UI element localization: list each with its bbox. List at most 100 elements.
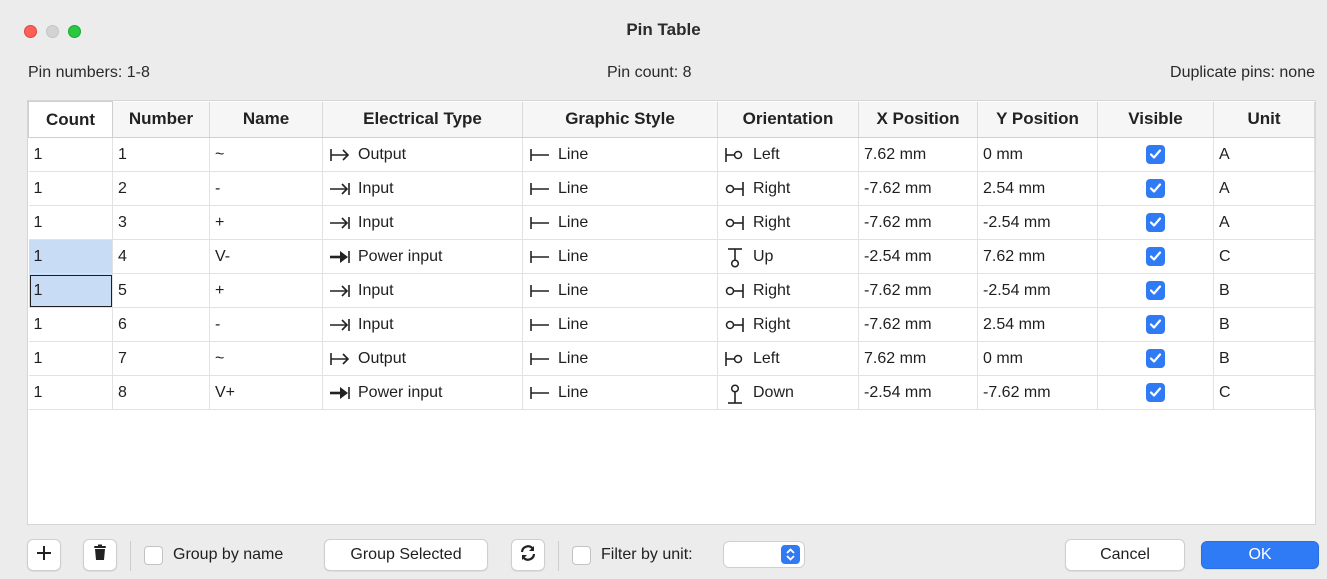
column-header-y-position[interactable]: Y Position	[977, 101, 1098, 138]
column-header-number[interactable]: Number	[112, 101, 210, 138]
cell-x-position[interactable]: -7.62 mm	[858, 307, 978, 342]
cell-name[interactable]: ~	[209, 137, 323, 172]
cell-orientation[interactable]: Right	[717, 171, 859, 206]
cell-number[interactable]: 4	[112, 239, 210, 274]
cell-orientation[interactable]: Right	[717, 307, 859, 342]
zoom-window-button[interactable]	[68, 25, 81, 38]
cell-electrical-type[interactable]: Input	[322, 171, 523, 206]
minimize-window-button[interactable]	[46, 25, 59, 38]
cell-y-position[interactable]: -7.62 mm	[977, 375, 1098, 410]
cell-orientation[interactable]: Left	[717, 341, 859, 376]
visible-checkbox[interactable]	[1146, 383, 1165, 402]
cell-y-position[interactable]: 0 mm	[977, 137, 1098, 172]
table-row[interactable]: 1 2- Input Line Right -7.62 mm 2.54 mm A	[28, 171, 1315, 206]
table-row[interactable]: 1 5 + Input Line Right -7.62 mm -2.54 mm B	[28, 273, 1315, 308]
cell-unit[interactable]: C	[1213, 375, 1315, 410]
visible-checkbox[interactable]	[1146, 349, 1165, 368]
cell-graphic-style[interactable]: Line	[522, 341, 718, 376]
filter-by-unit-checkbox[interactable]	[572, 545, 591, 565]
table-row[interactable]: 1 6- Input Line Right -7.62 mm 2.54 mm B	[28, 307, 1315, 342]
cell-x-position[interactable]: 7.62 mm	[858, 137, 978, 172]
column-header-name[interactable]: Name	[209, 101, 323, 138]
table-row[interactable]: 1 4 V- Power input Line Up -2.54 mm 7.62 mm C	[28, 239, 1315, 274]
cell-number[interactable]: 2	[112, 171, 210, 206]
cell-graphic-style[interactable]: Line	[522, 375, 718, 410]
cell-electrical-type[interactable]: Power input	[322, 375, 523, 410]
column-header-count[interactable]: Count	[28, 101, 113, 138]
cell-electrical-type[interactable]: Input	[322, 205, 523, 240]
cell-count[interactable]: 1	[28, 239, 113, 274]
cell-name[interactable]: ~	[209, 341, 323, 376]
cell-orientation[interactable]: Right	[717, 205, 859, 240]
visible-checkbox[interactable]	[1146, 179, 1165, 198]
cell-name[interactable]: +	[209, 205, 323, 240]
cell-electrical-type[interactable]: Output	[322, 341, 523, 376]
pin-grid[interactable]: Count Number Name Electrical Type Graphi…	[27, 100, 1316, 525]
group-by-name-checkbox[interactable]	[144, 545, 163, 565]
cell-y-position[interactable]: 2.54 mm	[977, 307, 1098, 342]
table-row[interactable]: 1 8 V+ Power input Line Down -2.54 mm -7.62 mm C	[28, 375, 1315, 410]
cell-graphic-style[interactable]: Line	[522, 239, 718, 274]
cell-orientation[interactable]: Left	[717, 137, 859, 172]
column-header-x-position[interactable]: X Position	[858, 101, 978, 138]
cell-unit[interactable]: A	[1213, 171, 1315, 206]
cell-graphic-style[interactable]: Line	[522, 307, 718, 342]
visible-checkbox[interactable]	[1146, 145, 1165, 164]
cell-count[interactable]: 1	[28, 137, 113, 172]
cell-y-position[interactable]: -2.54 mm	[977, 273, 1098, 308]
column-header-orientation[interactable]: Orientation	[717, 101, 859, 138]
cell-count[interactable]: 1	[28, 307, 113, 342]
visible-checkbox[interactable]	[1146, 315, 1165, 334]
cell-name[interactable]: V+	[209, 375, 323, 410]
cell-name[interactable]: -	[209, 171, 323, 206]
refresh-button[interactable]	[511, 539, 545, 571]
delete-pin-button[interactable]	[83, 539, 117, 571]
cell-number[interactable]: 5	[112, 273, 210, 308]
cell-y-position[interactable]: 7.62 mm	[977, 239, 1098, 274]
cell-orientation[interactable]: Right	[717, 273, 859, 308]
cell-orientation[interactable]: Down	[717, 375, 859, 410]
table-row[interactable]: 1 3 + Input Line Right -7.62 mm -2.54 mm A	[28, 205, 1315, 240]
add-pin-button[interactable]	[27, 539, 61, 571]
table-row[interactable]: 1 7 ~ Output Line Left 7.62 mm 0 mm B	[28, 341, 1315, 376]
table-row[interactable]: 1 1 ~ Output Line Left 7.62 mm 0 mm A	[28, 137, 1315, 172]
cell-unit[interactable]: B	[1213, 307, 1315, 342]
cell-electrical-type[interactable]: Input	[322, 307, 523, 342]
cell-graphic-style[interactable]: Line	[522, 137, 718, 172]
cell-y-position[interactable]: 2.54 mm	[977, 171, 1098, 206]
group-selected-button[interactable]: Group Selected	[324, 539, 488, 571]
cell-number[interactable]: 1	[112, 137, 210, 172]
cell-x-position[interactable]: 7.62 mm	[858, 341, 978, 376]
close-window-button[interactable]	[24, 25, 37, 38]
cell-electrical-type[interactable]: Output	[322, 137, 523, 172]
column-header-visible[interactable]: Visible	[1097, 101, 1214, 138]
cell-number[interactable]: 8	[112, 375, 210, 410]
cell-graphic-style[interactable]: Line	[522, 273, 718, 308]
cell-unit[interactable]: B	[1213, 273, 1315, 308]
cell-name[interactable]: -	[209, 307, 323, 342]
column-header-electrical-type[interactable]: Electrical Type	[322, 101, 523, 138]
cell-number[interactable]: 6	[112, 307, 210, 342]
ok-button[interactable]: OK	[1201, 541, 1319, 569]
cell-x-position[interactable]: -7.62 mm	[858, 171, 978, 206]
cell-unit[interactable]: B	[1213, 341, 1315, 376]
cell-unit[interactable]: A	[1213, 137, 1315, 172]
cell-x-position[interactable]: -2.54 mm	[858, 239, 978, 274]
cell-x-position[interactable]: -2.54 mm	[858, 375, 978, 410]
cell-y-position[interactable]: -2.54 mm	[977, 205, 1098, 240]
visible-checkbox[interactable]	[1146, 247, 1165, 266]
cell-name[interactable]: +	[209, 273, 323, 308]
cell-number[interactable]: 3	[112, 205, 210, 240]
cell-count[interactable]: 1	[28, 375, 113, 410]
cell-number[interactable]: 7	[112, 341, 210, 376]
cell-y-position[interactable]: 0 mm	[977, 341, 1098, 376]
cell-x-position[interactable]: -7.62 mm	[858, 205, 978, 240]
cell-orientation[interactable]: Up	[717, 239, 859, 274]
cell-electrical-type[interactable]: Input	[322, 273, 523, 308]
column-header-unit[interactable]: Unit	[1213, 101, 1315, 138]
visible-checkbox[interactable]	[1146, 281, 1165, 300]
cell-count[interactable]: 1	[28, 171, 113, 206]
cell-count[interactable]: 1	[28, 205, 113, 240]
cell-electrical-type[interactable]: Power input	[322, 239, 523, 274]
cell-unit[interactable]: A	[1213, 205, 1315, 240]
